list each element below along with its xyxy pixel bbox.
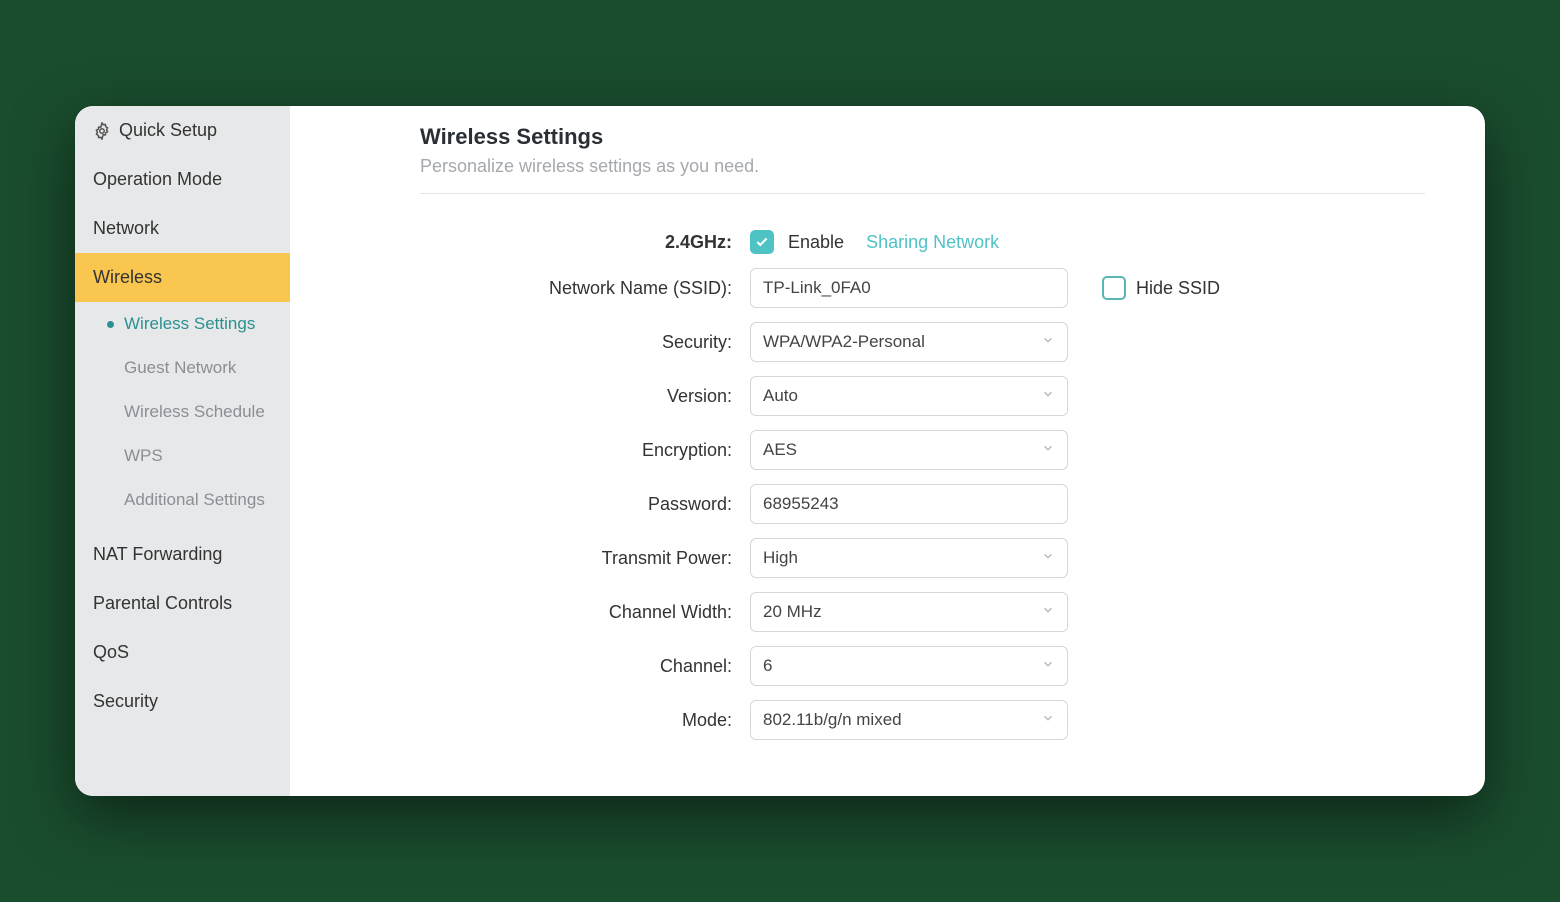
sidebar-subitems: Wireless Settings Guest Network Wireless… <box>75 302 290 530</box>
sidebar-item-network[interactable]: Network <box>75 204 290 253</box>
sidebar-sub-wps[interactable]: WPS <box>75 434 290 478</box>
select-value: AES <box>763 440 797 460</box>
select-value: WPA/WPA2-Personal <box>763 332 925 352</box>
sidebar-item-label: NAT Forwarding <box>93 544 222 565</box>
chevron-down-icon <box>1041 710 1055 730</box>
sidebar-item-label: Wireless <box>93 267 162 288</box>
sidebar-item-wireless[interactable]: Wireless <box>75 253 290 302</box>
sharing-network-link[interactable]: Sharing Network <box>866 232 999 253</box>
gear-icon <box>93 122 111 140</box>
sidebar-sub-additional-settings[interactable]: Additional Settings <box>75 478 290 522</box>
sidebar-sub-guest-network[interactable]: Guest Network <box>75 346 290 390</box>
chevron-down-icon <box>1041 386 1055 406</box>
channel-label: Channel: <box>420 656 750 677</box>
select-value: Auto <box>763 386 798 406</box>
version-label: Version: <box>420 386 750 407</box>
mode-label: Mode: <box>420 710 750 731</box>
sidebar-item-label: Security <box>93 691 158 712</box>
hide-ssid-label: Hide SSID <box>1136 278 1220 299</box>
chevron-down-icon <box>1041 440 1055 460</box>
row-password: Password: <box>420 484 1425 524</box>
chevron-down-icon <box>1041 548 1055 568</box>
chevron-down-icon <box>1041 602 1055 622</box>
transmit-power-select[interactable]: High <box>750 538 1068 578</box>
version-select[interactable]: Auto <box>750 376 1068 416</box>
row-channel-width: Channel Width: 20 MHz <box>420 592 1425 632</box>
sidebar-sub-label: Wireless Settings <box>124 314 255 334</box>
security-select[interactable]: WPA/WPA2-Personal <box>750 322 1068 362</box>
transmit-power-label: Transmit Power: <box>420 548 750 569</box>
encryption-label: Encryption: <box>420 440 750 461</box>
sidebar-sub-label: Additional Settings <box>124 490 265 510</box>
row-channel: Channel: 6 <box>420 646 1425 686</box>
sidebar-sub-label: Guest Network <box>124 358 236 378</box>
select-value: High <box>763 548 798 568</box>
sidebar-item-operation-mode[interactable]: Operation Mode <box>75 155 290 204</box>
row-band: 2.4GHz: Enable Sharing Network <box>420 230 1425 254</box>
sidebar-sub-label: WPS <box>124 446 163 466</box>
ssid-label: Network Name (SSID): <box>420 278 750 299</box>
row-transmit-power: Transmit Power: High <box>420 538 1425 578</box>
password-label: Password: <box>420 494 750 515</box>
sidebar-item-qos[interactable]: QoS <box>75 628 290 677</box>
password-input[interactable] <box>750 484 1068 524</box>
band-label: 2.4GHz: <box>420 232 750 253</box>
channel-width-label: Channel Width: <box>420 602 750 623</box>
select-value: 6 <box>763 656 772 676</box>
channel-width-select[interactable]: 20 MHz <box>750 592 1068 632</box>
sidebar-item-label: Parental Controls <box>93 593 232 614</box>
sidebar-item-parental-controls[interactable]: Parental Controls <box>75 579 290 628</box>
ssid-input[interactable] <box>750 268 1068 308</box>
chevron-down-icon <box>1041 332 1055 352</box>
sidebar-item-nat-forwarding[interactable]: NAT Forwarding <box>75 530 290 579</box>
row-encryption: Encryption: AES <box>420 430 1425 470</box>
sidebar-item-security[interactable]: Security <box>75 677 290 726</box>
mode-select[interactable]: 802.11b/g/n mixed <box>750 700 1068 740</box>
sidebar: Quick Setup Operation Mode Network Wirel… <box>75 106 290 796</box>
sidebar-item-label: Quick Setup <box>119 120 217 141</box>
select-value: 20 MHz <box>763 602 822 622</box>
row-security: Security: WPA/WPA2-Personal <box>420 322 1425 362</box>
main-content: Wireless Settings Personalize wireless s… <box>290 106 1485 796</box>
channel-select[interactable]: 6 <box>750 646 1068 686</box>
sidebar-item-label: QoS <box>93 642 129 663</box>
row-mode: Mode: 802.11b/g/n mixed <box>420 700 1425 740</box>
hide-ssid-checkbox[interactable] <box>1102 276 1126 300</box>
app-window: Quick Setup Operation Mode Network Wirel… <box>75 106 1485 796</box>
row-version: Version: Auto <box>420 376 1425 416</box>
sidebar-item-label: Operation Mode <box>93 169 222 190</box>
page-title: Wireless Settings <box>420 124 1425 150</box>
sidebar-sub-wireless-schedule[interactable]: Wireless Schedule <box>75 390 290 434</box>
row-ssid: Network Name (SSID): Hide SSID <box>420 268 1425 308</box>
encryption-select[interactable]: AES <box>750 430 1068 470</box>
chevron-down-icon <box>1041 656 1055 676</box>
sidebar-item-label: Network <box>93 218 159 239</box>
select-value: 802.11b/g/n mixed <box>763 710 902 730</box>
sidebar-sub-wireless-settings[interactable]: Wireless Settings <box>75 302 290 346</box>
security-label: Security: <box>420 332 750 353</box>
bullet-icon <box>107 321 114 328</box>
enable-label: Enable <box>788 232 844 253</box>
sidebar-item-quick-setup[interactable]: Quick Setup <box>75 106 290 155</box>
page-subtitle: Personalize wireless settings as you nee… <box>420 156 1425 194</box>
enable-checkbox[interactable] <box>750 230 774 254</box>
sidebar-sub-label: Wireless Schedule <box>124 402 265 422</box>
